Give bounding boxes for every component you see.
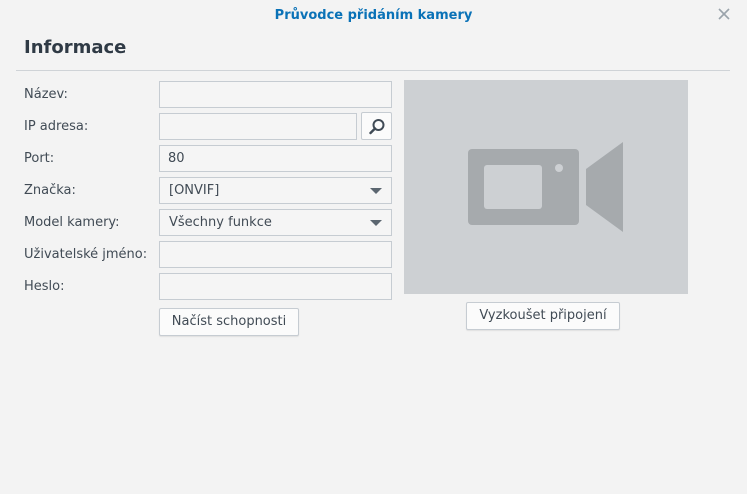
username-label: Uživatelské jméno: [24,247,148,262]
add-camera-wizard-dialog: Průvodce přidáním kamery Informace Název… [0,0,747,494]
load-capabilities-button[interactable]: Načíst schopnosti [159,308,299,336]
chevron-down-icon [370,188,382,194]
brand-selected-value: [ONVIF] [169,183,220,198]
ip-address-label: IP adresa: [24,119,89,134]
camera-preview [404,80,688,294]
search-button[interactable] [361,112,392,140]
dialog-title: Průvodce přidáním kamery [274,8,473,23]
ip-address-field[interactable] [159,113,357,140]
password-label: Heslo: [24,279,65,294]
section-title: Informace [24,37,127,58]
name-field[interactable] [159,81,392,108]
port-label: Port: [24,151,55,166]
username-field[interactable] [159,241,392,268]
search-icon [369,119,385,135]
chevron-down-icon [370,220,382,226]
divider [16,70,730,71]
brand-select[interactable]: [ONVIF] [159,177,392,204]
camera-model-select[interactable]: Všechny funkce [159,209,392,236]
close-icon[interactable] [715,5,733,23]
test-connection-button[interactable]: Vyzkoušet připojení [466,302,620,330]
camera-model-label: Model kamery: [24,215,120,230]
port-field[interactable] [159,145,392,172]
password-field[interactable] [159,273,392,300]
brand-label: Značka: [24,183,76,198]
name-label: Název: [24,87,68,102]
camera-model-selected-value: Všechny funkce [169,215,272,230]
video-camera-icon [468,142,623,232]
